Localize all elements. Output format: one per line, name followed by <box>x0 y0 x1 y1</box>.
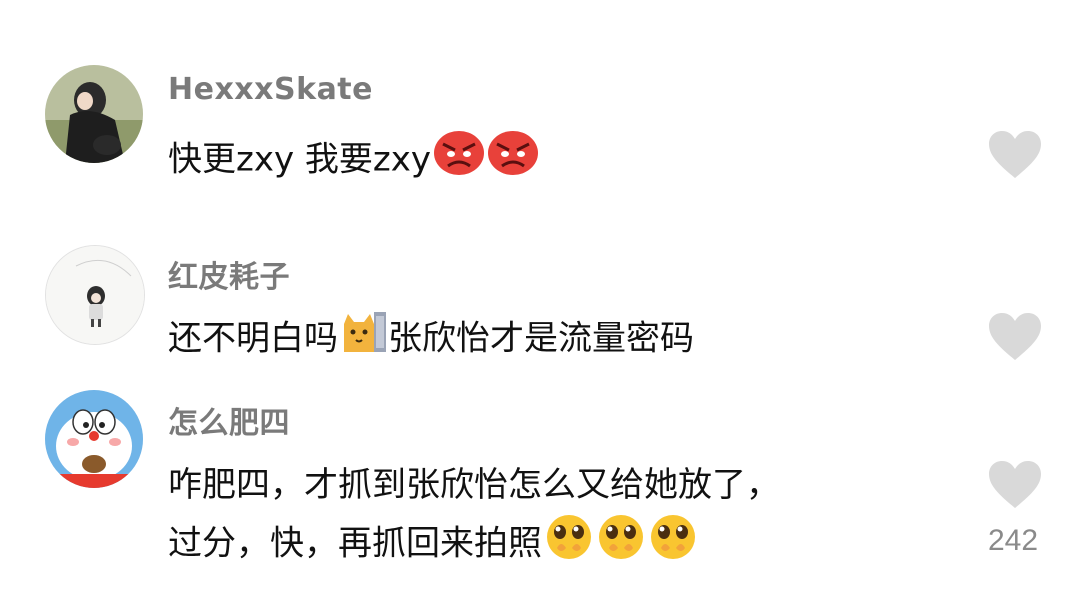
comment-text-before: 还不明白吗 <box>168 318 338 359</box>
comment-text-after: 张欣怡才是流量密码 <box>388 318 694 359</box>
avatar[interactable] <box>45 245 145 345</box>
username[interactable]: 怎么肥四 <box>168 398 290 442</box>
like-heart-icon[interactable] <box>988 460 1042 510</box>
like-heart-icon[interactable] <box>988 130 1042 180</box>
pleading-face-icon <box>544 514 594 576</box>
cat-peeking-icon <box>340 310 388 370</box>
angry-face-icon <box>433 130 485 192</box>
comment-text-line-2: 过分，快，再抓回来拍照 <box>168 514 698 576</box>
username[interactable]: 红皮耗子 <box>168 252 290 296</box>
comment-text-line-1: 咋肥四，才抓到张欣怡怎么又给她放了， <box>168 465 780 505</box>
like-heart-icon[interactable] <box>988 312 1042 362</box>
angry-face-icon <box>487 130 539 192</box>
username[interactable]: HexxxSkate <box>168 72 373 107</box>
avatar[interactable] <box>45 65 143 163</box>
comment-text: 还不明白吗 张欣怡才是流量密码 <box>168 310 694 370</box>
pleading-face-icon <box>596 514 646 576</box>
comment-text: 快更zxy 我要zxy <box>168 130 539 192</box>
pleading-face-icon <box>648 514 698 576</box>
avatar[interactable] <box>45 390 143 488</box>
comment-text-body: 快更zxy 我要zxy <box>168 139 431 180</box>
comment-text-body: 过分，快，再抓回来拍照 <box>168 523 542 564</box>
comment-item: HexxxSkate 快更zxy 我要zxy <box>0 0 1080 220</box>
like-count: 242 <box>987 524 1039 557</box>
